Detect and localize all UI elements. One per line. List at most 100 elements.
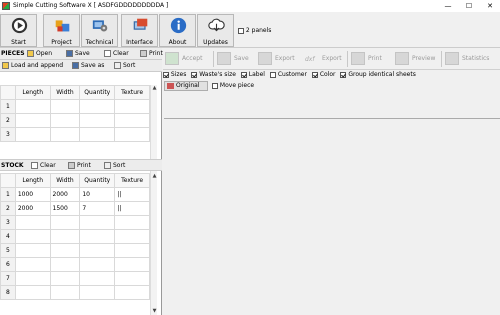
wastes-size-checkbox[interactable] <box>191 71 198 78</box>
texture-cell[interactable]: || <box>114 187 150 202</box>
move-piece-checkbox[interactable] <box>212 82 218 89</box>
quantity-cell[interactable] <box>79 257 116 272</box>
quantity-cell[interactable] <box>79 113 116 128</box>
two-panels-option[interactable]: 2 panels <box>238 27 271 34</box>
length-cell[interactable] <box>14 271 51 286</box>
updates-button[interactable]: Updates <box>197 14 234 47</box>
length-cell[interactable] <box>14 215 51 230</box>
statistics-button[interactable]: Statistics <box>445 51 489 67</box>
width-cell[interactable] <box>49 271 81 286</box>
column-header[interactable]: Texture <box>114 173 150 188</box>
move-piece-option[interactable]: Move piece <box>212 80 254 92</box>
quantity-cell[interactable] <box>79 215 116 230</box>
table-row: 5 <box>0 243 150 258</box>
about-button[interactable]: About <box>159 14 196 47</box>
stock-print-button[interactable]: Print <box>68 161 91 171</box>
texture-cell[interactable] <box>114 271 150 286</box>
width-cell[interactable] <box>49 229 81 244</box>
quantity-cell[interactable] <box>79 285 116 300</box>
statistics-label: Statistics <box>462 55 490 62</box>
stock-scrollbar[interactable]: ▲ ▼ <box>150 173 157 315</box>
length-cell[interactable] <box>14 127 51 142</box>
pieces-load-append-button[interactable]: Load and append <box>2 61 63 71</box>
quantity-cell[interactable] <box>79 243 116 258</box>
pieces-open-button[interactable]: Open <box>27 49 52 59</box>
quantity-cell[interactable] <box>79 99 116 114</box>
texture-cell[interactable] <box>114 113 150 128</box>
quantity-cell[interactable]: 10 <box>79 187 116 202</box>
width-cell[interactable] <box>49 285 81 300</box>
pieces-print-button[interactable]: Print <box>140 49 163 59</box>
length-cell[interactable] <box>14 257 51 272</box>
length-cell[interactable] <box>14 229 51 244</box>
texture-cell[interactable] <box>114 215 150 230</box>
column-header[interactable]: Quantity <box>79 173 116 188</box>
print-button[interactable]: Print <box>351 51 382 67</box>
quantity-cell[interactable]: 7 <box>79 201 116 216</box>
start-button[interactable]: Start <box>0 14 37 47</box>
length-cell[interactable]: 2000 <box>14 201 51 216</box>
save-button[interactable]: Save <box>217 51 249 67</box>
customer-checkbox[interactable] <box>269 71 276 78</box>
column-header[interactable]: Length <box>14 173 51 188</box>
stock-sort-button[interactable]: Sort <box>104 161 125 171</box>
minimize-button[interactable]: — <box>438 0 458 12</box>
scroll-up-icon[interactable]: ▲ <box>151 173 158 180</box>
width-cell[interactable] <box>49 99 81 114</box>
table-row: 3 <box>0 215 150 230</box>
texture-cell[interactable] <box>114 99 150 114</box>
width-cell[interactable] <box>49 215 81 230</box>
texture-cell[interactable] <box>114 257 150 272</box>
cutting-canvas[interactable] <box>164 118 500 315</box>
quantity-cell[interactable] <box>79 127 116 142</box>
project-button[interactable]: Project <box>43 14 80 47</box>
scroll-down-icon[interactable]: ▼ <box>151 308 158 315</box>
texture-cell[interactable] <box>114 127 150 142</box>
texture-cell[interactable]: || <box>114 201 150 216</box>
column-header[interactable]: Width <box>49 85 81 100</box>
width-cell[interactable] <box>49 243 81 258</box>
column-header[interactable]: Quantity <box>79 85 116 100</box>
close-button[interactable]: ✕ <box>480 0 500 12</box>
accept-button[interactable]: Accept <box>165 51 202 67</box>
width-cell[interactable] <box>49 257 81 272</box>
export-button[interactable]: Export <box>258 51 295 67</box>
texture-cell[interactable] <box>114 243 150 258</box>
length-cell[interactable] <box>14 113 51 128</box>
quantity-cell[interactable] <box>79 271 116 286</box>
length-cell[interactable] <box>14 99 51 114</box>
pieces-save-button[interactable]: Save <box>66 49 90 59</box>
pieces-sort-button[interactable]: Sort <box>114 61 135 71</box>
column-header[interactable]: Length <box>14 85 51 100</box>
interface-button[interactable]: Interface <box>121 14 158 47</box>
row-number: 2 <box>0 113 16 128</box>
length-cell[interactable]: 1000 <box>14 187 51 202</box>
width-cell[interactable] <box>49 113 81 128</box>
pieces-save-as-button[interactable]: Save as <box>72 61 104 71</box>
maximize-button[interactable]: ☐ <box>459 0 479 12</box>
stock-clear-button[interactable]: Clear <box>31 161 56 171</box>
length-cell[interactable] <box>14 243 51 258</box>
group-identical-checkbox[interactable] <box>340 71 347 78</box>
width-cell[interactable]: 1500 <box>49 201 81 216</box>
quantity-cell[interactable] <box>79 229 116 244</box>
technical-button[interactable]: Technical <box>81 14 118 47</box>
scroll-up-icon[interactable]: ▲ <box>151 85 158 92</box>
table-row: 4 <box>0 229 150 244</box>
original-button[interactable]: Original <box>164 81 208 91</box>
preview-button[interactable]: Preview <box>395 51 435 67</box>
width-cell[interactable] <box>49 127 81 142</box>
label-checkbox[interactable] <box>240 71 247 78</box>
texture-cell[interactable] <box>114 285 150 300</box>
length-cell[interactable] <box>14 285 51 300</box>
color-checkbox[interactable] <box>311 71 318 78</box>
pieces-toolbar: PIECES Open Save Clear Print <box>0 48 163 60</box>
export-dxf-button[interactable]: dxf Export <box>305 51 342 67</box>
pieces-clear-button[interactable]: Clear <box>104 49 129 59</box>
width-cell[interactable]: 2000 <box>49 187 81 202</box>
two-panels-checkbox[interactable] <box>238 27 244 34</box>
sizes-checkbox[interactable] <box>163 71 169 78</box>
column-header[interactable]: Width <box>49 173 81 188</box>
texture-cell[interactable] <box>114 229 150 244</box>
column-header[interactable]: Texture <box>114 85 150 100</box>
